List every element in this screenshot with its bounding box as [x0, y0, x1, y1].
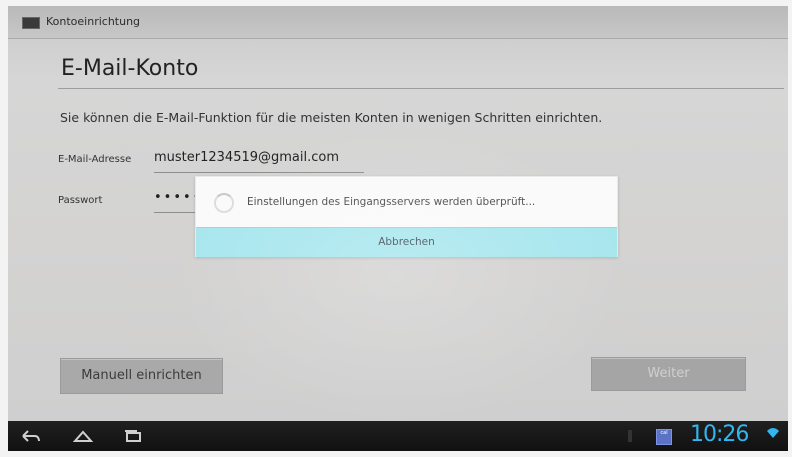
home-icon[interactable] — [71, 427, 95, 445]
next-button[interactable]: Weiter — [591, 357, 746, 391]
progress-dialog: Einstellungen des Eingangsservers werden… — [195, 176, 618, 257]
action-bar-title: Kontoeinrichtung — [46, 15, 141, 28]
dialog-message: Einstellungen des Eingangsservers werden… — [247, 196, 536, 208]
status-clock[interactable]: 10:26 — [690, 422, 749, 447]
manual-setup-button[interactable]: Manuell einrichten — [60, 358, 223, 394]
loading-spinner-icon — [214, 193, 234, 213]
app-icon — [22, 17, 40, 29]
cancel-button[interactable]: Abbrechen — [196, 227, 617, 257]
email-field[interactable]: muster1234519@gmail.com — [154, 150, 364, 173]
title-divider — [58, 88, 784, 89]
tablet-screen: Kontoeinrichtung E-Mail-Konto Sie können… — [8, 6, 788, 421]
calendar-icon[interactable]: cal — [656, 429, 672, 445]
back-icon[interactable] — [18, 427, 42, 445]
intro-text: Sie können die E-Mail-Funktion für die m… — [60, 110, 603, 125]
email-label: E-Mail-Adresse — [58, 154, 132, 165]
page-title: E-Mail-Konto — [61, 56, 199, 81]
password-label: Passwort — [58, 195, 103, 206]
action-bar: Kontoeinrichtung — [8, 6, 788, 39]
wifi-icon — [767, 428, 779, 438]
device-frame: Kontoeinrichtung E-Mail-Konto Sie können… — [0, 0, 792, 457]
notification-indicator — [628, 430, 632, 442]
recent-apps-icon[interactable] — [121, 427, 145, 445]
system-bar: cal 10:26 — [8, 421, 788, 451]
